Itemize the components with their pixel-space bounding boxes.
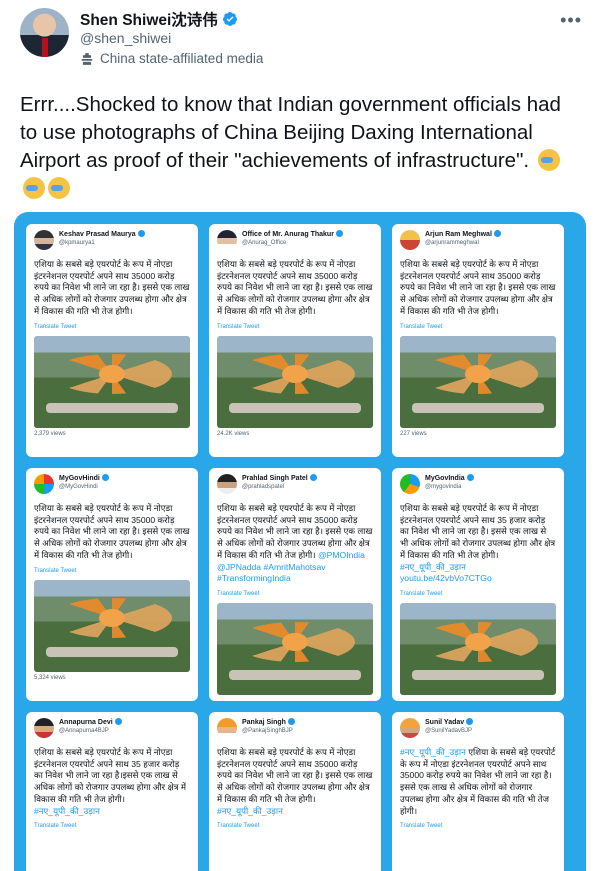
card-handle: @PankajSinghBJP	[242, 728, 293, 734]
affiliation-text: China state-affiliated media	[100, 51, 264, 66]
facepalm-emoji-icon	[48, 177, 70, 199]
translate-tweet-link: Translate Tweet	[217, 590, 260, 597]
author-display-name[interactable]: Shen Shiwei沈诗伟	[80, 8, 218, 30]
card-name: Sunil Yadav	[425, 719, 465, 726]
card-text-body: एशिया के सबसे बड़े एयरपोर्ट के रूप में न…	[34, 747, 187, 804]
airport-photo	[217, 602, 373, 695]
podium-icon	[81, 52, 93, 65]
card-name: Pankaj Singh	[242, 719, 286, 726]
card-links: #नए_यूपी_की_उड़ान	[217, 805, 283, 816]
card-avatar	[217, 718, 237, 738]
embedded-tweet-card: Office of Mr. Anurag Thakur @Anurag_Offi…	[209, 224, 381, 457]
card-avatar	[400, 718, 420, 738]
airport-photo	[217, 335, 373, 428]
card-views: 227 views	[400, 430, 427, 437]
more-options-icon[interactable]: •••	[560, 10, 582, 31]
translate-tweet-link: Translate Tweet	[34, 323, 77, 330]
card-text: एशिया के सबसे बड़े एयरपोर्ट के रूप में न…	[34, 259, 190, 316]
card-name: Office of Mr. Anurag Thakur	[242, 231, 334, 238]
card-text: एशिया के सबसे बड़े एयरपोर्ट के रूप में न…	[217, 503, 373, 585]
card-views: 5,324 views	[34, 674, 66, 681]
author-avatar[interactable]	[20, 8, 69, 57]
embedded-tweet-card: Pankaj Singh @PankajSinghBJP एशिया के सब…	[209, 712, 381, 871]
translate-tweet-link: Translate Tweet	[217, 823, 260, 830]
card-handle: @kpmaurya1	[59, 240, 95, 246]
author-name-row: Shen Shiwei沈诗伟	[80, 8, 238, 30]
translate-tweet-link: Translate Tweet	[400, 590, 443, 597]
card-avatar	[217, 474, 237, 494]
card-handle: @arjunrammeghwal	[425, 240, 479, 246]
card-text: एशिया के सबसे बड़े एयरपोर्ट के रूप में न…	[217, 259, 373, 316]
verified-badge-icon	[101, 474, 109, 481]
facepalm-emoji-icon	[537, 149, 560, 171]
facepalm-emoji-icon	[23, 177, 45, 199]
author-handle[interactable]: @shen_shiwei	[80, 30, 171, 46]
card-text-body: एशिया के सबसे बड़े एयरपोर्ट के रूप में न…	[217, 747, 373, 804]
card-text-body: एशिया के सबसे बड़े एयरपोर्ट के रूप में न…	[400, 503, 556, 560]
card-avatar	[34, 474, 54, 494]
translate-tweet-link: Translate Tweet	[400, 323, 443, 330]
card-name: Arjun Ram Meghwal	[425, 231, 492, 238]
screenshot-grid: Keshav Prasad Maurya @kpmaurya1 एशिया के…	[26, 224, 576, 871]
embedded-tweet-card: Arjun Ram Meghwal @arjunrammeghwal एशिया…	[392, 224, 564, 457]
card-views: 2,379 views	[34, 430, 66, 437]
card-text: एशिया के सबसे बड़े एयरपोर्ट के रूप में न…	[34, 747, 190, 817]
translate-tweet-link: Translate Tweet	[400, 823, 443, 830]
verified-badge-icon	[466, 474, 474, 481]
card-handle: @Annapurna4BJP	[59, 728, 109, 734]
embedded-tweet-card: MyGovHindi @MyGovHindi एशिया के सबसे बड़…	[26, 468, 198, 701]
tweet-header: Shen Shiwei沈诗伟 @shen_shiwei China state-…	[0, 0, 598, 80]
card-name: MyGovHindi	[59, 475, 100, 482]
embedded-tweet-card: Annapurna Devi @Annapurna4BJP एशिया के स…	[26, 712, 198, 871]
card-handle: @prahladspatel	[242, 484, 285, 490]
card-name: Prahlad Singh Patel	[242, 475, 308, 482]
embedded-tweet-card: Keshav Prasad Maurya @kpmaurya1 एशिया के…	[26, 224, 198, 457]
card-avatar	[400, 230, 420, 250]
card-text-body: एशिया के सबसे बड़े एयरपोर्ट के रूप में न…	[400, 747, 556, 816]
card-handle: @mygovindia	[425, 484, 462, 490]
verified-badge-icon	[466, 718, 474, 725]
card-handle: @Anurag_Office	[242, 240, 287, 246]
card-name: Annapurna Devi	[59, 719, 113, 726]
card-avatar	[34, 230, 54, 250]
card-handle: @MyGovHindi	[59, 484, 98, 490]
card-text: एशिया के सबसे बड़े एयरपोर्ट के रूप में न…	[400, 259, 556, 316]
card-name: MyGovIndia	[425, 475, 465, 482]
card-text: #नए_यूपी_की_उड़ान एशिया के सबसे बड़े एयर…	[400, 747, 556, 817]
card-links: #नए_यूपी_की_उड़ान	[34, 805, 100, 816]
tweet-body: Errr....Shocked to know that Indian gove…	[20, 91, 580, 203]
card-views: 24.2K views	[217, 430, 250, 437]
state-affiliated-label[interactable]: China state-affiliated media	[80, 51, 263, 66]
card-text: एशिया के सबसे बड़े एयरपोर्ट के रूप में न…	[217, 747, 373, 817]
card-text: एशिया के सबसे बड़े एयरपोर्ट के रूप में न…	[34, 503, 190, 560]
card-avatar	[400, 474, 420, 494]
verified-badge-icon	[287, 718, 295, 725]
airport-photo	[400, 335, 556, 428]
airport-photo	[400, 602, 556, 695]
card-avatar	[34, 718, 54, 738]
tweet-media-image[interactable]: Keshav Prasad Maurya @kpmaurya1 एशिया के…	[14, 212, 586, 871]
verified-badge-icon	[222, 12, 237, 26]
card-avatar	[217, 230, 237, 250]
card-text: एशिया के सबसे बड़े एयरपोर्ट के रूप में न…	[400, 503, 556, 585]
embedded-tweet-card: MyGovIndia @mygovindia एशिया के सबसे बड़…	[392, 468, 564, 701]
verified-badge-icon	[335, 230, 343, 237]
translate-tweet-link: Translate Tweet	[217, 323, 260, 330]
airport-photo	[34, 335, 190, 428]
card-handle: @SunilYadavBJP	[425, 728, 473, 734]
translate-tweet-link: Translate Tweet	[34, 567, 77, 574]
card-name: Keshav Prasad Maurya	[59, 231, 136, 238]
verified-badge-icon	[309, 474, 317, 481]
embedded-tweet-card: Sunil Yadav @SunilYadavBJP #नए_यूपी_की_उ…	[392, 712, 564, 871]
verified-badge-icon	[137, 230, 145, 237]
translate-tweet-link: Translate Tweet	[34, 823, 77, 830]
card-links: #नए_यूपी_की_उड़ान	[400, 747, 466, 757]
embedded-tweet-card: Prahlad Singh Patel @prahladspatel एशिया…	[209, 468, 381, 701]
verified-badge-icon	[114, 718, 122, 725]
verified-badge-icon	[493, 230, 501, 237]
airport-photo	[34, 579, 190, 672]
tweet-text: Errr....Shocked to know that Indian gove…	[20, 93, 561, 172]
card-links: #नए_यूपी_की_उड़ान youtu.be/42vbVo7CTGo	[400, 561, 492, 584]
